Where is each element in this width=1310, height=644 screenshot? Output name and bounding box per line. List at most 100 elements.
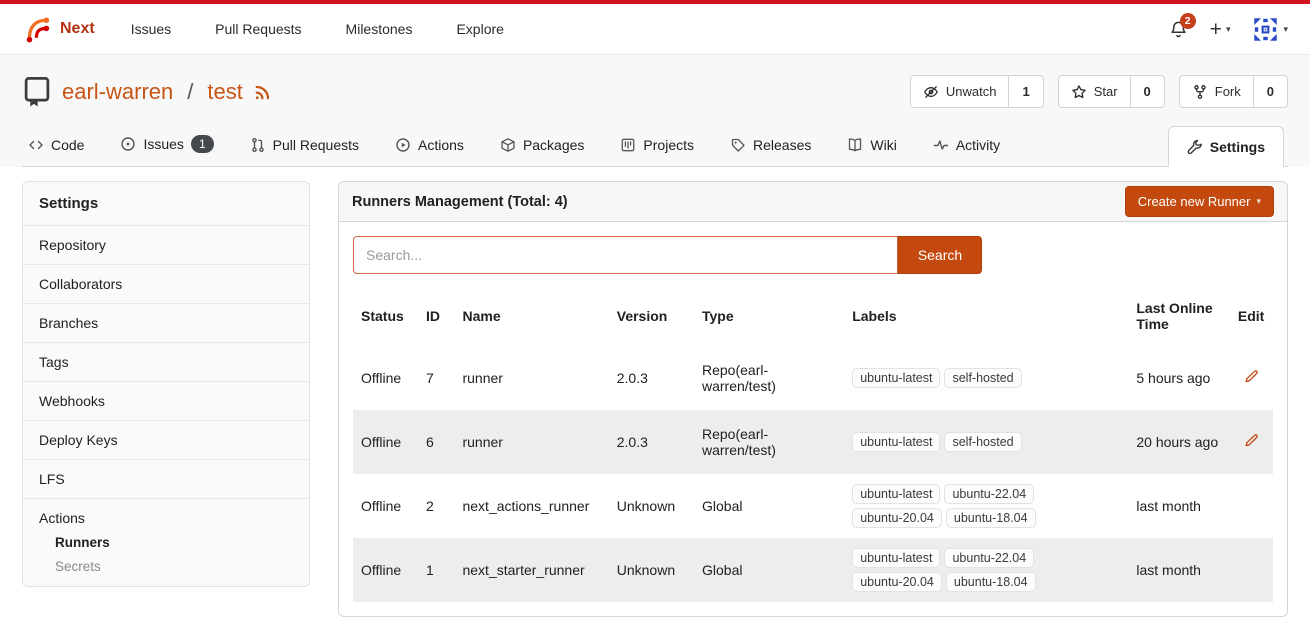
package-icon bbox=[500, 137, 516, 153]
tag-icon bbox=[730, 137, 746, 153]
nav-pull-requests[interactable]: Pull Requests bbox=[215, 21, 301, 37]
notifications-button[interactable]: 2 bbox=[1169, 20, 1188, 39]
runner-labels: ubuntu-latest self-hosted bbox=[852, 430, 1057, 454]
sidebar-item-repository[interactable]: Repository bbox=[23, 225, 309, 264]
rss-feed-icon[interactable] bbox=[253, 82, 273, 102]
tab-label: Activity bbox=[956, 137, 1000, 153]
fork-button[interactable]: Fork bbox=[1180, 76, 1253, 107]
runner-id: 6 bbox=[418, 410, 455, 474]
sidebar-item-actions[interactable]: Actions bbox=[39, 510, 293, 526]
runner-last-online: last month bbox=[1128, 474, 1229, 538]
tab-label: Wiki bbox=[870, 137, 896, 153]
tab-activity[interactable]: Activity bbox=[931, 126, 1002, 166]
star-button-group: Star 0 bbox=[1058, 75, 1165, 108]
label-chip: ubuntu-18.04 bbox=[946, 508, 1036, 528]
create-new-dropdown[interactable]: + ▾ bbox=[1210, 19, 1231, 40]
sidebar-item-tags[interactable]: Tags bbox=[23, 342, 309, 381]
runners-panel: Runners Management (Total: 4) Create new… bbox=[338, 181, 1288, 617]
issues-count-badge: 1 bbox=[191, 135, 214, 153]
home-logo-link[interactable]: Next bbox=[22, 14, 95, 44]
user-menu-dropdown[interactable]: ▾ bbox=[1252, 16, 1288, 43]
sidebar-item-secrets[interactable]: Secrets bbox=[39, 550, 293, 574]
edit-pencil-icon[interactable] bbox=[1244, 369, 1259, 384]
label-chip: ubuntu-latest bbox=[852, 368, 940, 388]
eye-slash-icon bbox=[923, 84, 939, 100]
tab-issues[interactable]: Issues 1 bbox=[118, 124, 215, 166]
nav-milestones[interactable]: Milestones bbox=[346, 21, 413, 37]
col-last-online: Last Online Time bbox=[1128, 286, 1229, 346]
unwatch-label: Unwatch bbox=[946, 84, 997, 99]
label-chip: ubuntu-latest bbox=[852, 484, 940, 504]
label-chip: self-hosted bbox=[944, 368, 1021, 388]
nav-issues[interactable]: Issues bbox=[131, 21, 171, 37]
col-name: Name bbox=[454, 286, 608, 346]
sidebar-item-webhooks[interactable]: Webhooks bbox=[23, 381, 309, 420]
runner-labels: ubuntu-latest ubuntu-22.04 ubuntu-20.04 … bbox=[852, 482, 1057, 530]
tab-wiki[interactable]: Wiki bbox=[845, 126, 898, 166]
play-circle-icon bbox=[395, 137, 411, 153]
unwatch-button[interactable]: Unwatch bbox=[911, 76, 1009, 107]
plus-icon: + bbox=[1210, 19, 1222, 40]
stars-count[interactable]: 0 bbox=[1130, 76, 1164, 107]
issue-circle-icon bbox=[120, 136, 136, 152]
sidebar-item-collaborators[interactable]: Collaborators bbox=[23, 264, 309, 303]
runner-last-online: 20 hours ago bbox=[1128, 410, 1229, 474]
repo-name-link[interactable]: test bbox=[207, 79, 242, 105]
search-input[interactable] bbox=[353, 236, 898, 274]
col-status: Status bbox=[353, 286, 418, 346]
tab-releases[interactable]: Releases bbox=[728, 126, 813, 166]
forks-count[interactable]: 0 bbox=[1253, 76, 1287, 107]
tab-label: Code bbox=[51, 137, 84, 153]
repo-book-icon bbox=[22, 76, 52, 108]
tab-projects[interactable]: Projects bbox=[618, 126, 696, 166]
col-edit: Edit bbox=[1230, 286, 1273, 346]
runner-name: runner bbox=[454, 346, 608, 410]
runner-last-online: last month bbox=[1128, 538, 1229, 602]
create-new-runner-button[interactable]: Create new Runner ▾ bbox=[1125, 186, 1274, 217]
runner-type: Global bbox=[694, 474, 844, 538]
fork-label: Fork bbox=[1215, 84, 1241, 99]
chevron-down-icon: ▾ bbox=[1226, 24, 1231, 35]
navbar: Next Issues Pull Requests Milestones Exp… bbox=[0, 4, 1310, 55]
star-button[interactable]: Star bbox=[1059, 76, 1130, 107]
forgejo-logo-icon bbox=[22, 14, 52, 44]
repo-owner-link[interactable]: earl-warren bbox=[62, 79, 173, 105]
wrench-icon bbox=[1187, 139, 1203, 155]
runner-version: Unknown bbox=[609, 474, 694, 538]
settings-sidebar: Settings Repository Collaborators Branch… bbox=[22, 181, 310, 587]
tab-actions[interactable]: Actions bbox=[393, 126, 466, 166]
nav-explore[interactable]: Explore bbox=[456, 21, 503, 37]
chevron-down-icon: ▾ bbox=[1283, 24, 1288, 35]
col-version: Version bbox=[609, 286, 694, 346]
sidebar-group-actions: Actions Runners Secrets bbox=[23, 498, 309, 586]
runner-type: Global bbox=[694, 538, 844, 602]
panel-body: Search Status ID Name Version Type Label… bbox=[338, 222, 1288, 617]
runner-status: Offline bbox=[353, 346, 418, 410]
brand-name: Next bbox=[60, 20, 95, 38]
sidebar-item-branches[interactable]: Branches bbox=[23, 303, 309, 342]
runner-name: next_starter_runner bbox=[454, 538, 608, 602]
tab-code[interactable]: Code bbox=[26, 126, 86, 166]
tab-settings[interactable]: Settings bbox=[1168, 126, 1284, 167]
star-icon bbox=[1071, 84, 1087, 100]
runner-labels: ubuntu-latest ubuntu-22.04 ubuntu-20.04 … bbox=[852, 546, 1057, 594]
fork-button-group: Fork 0 bbox=[1179, 75, 1288, 108]
watchers-count[interactable]: 1 bbox=[1008, 76, 1042, 107]
label-chip: ubuntu-22.04 bbox=[944, 548, 1034, 568]
tab-pull-requests[interactable]: Pull Requests bbox=[248, 126, 361, 166]
sidebar-item-deploy-keys[interactable]: Deploy Keys bbox=[23, 420, 309, 459]
watch-button-group: Unwatch 1 bbox=[910, 75, 1044, 108]
chevron-down-icon: ▾ bbox=[1256, 196, 1261, 207]
runner-id: 7 bbox=[418, 346, 455, 410]
tab-packages[interactable]: Packages bbox=[498, 126, 586, 166]
edit-pencil-icon[interactable] bbox=[1244, 433, 1259, 448]
panel-header: Runners Management (Total: 4) Create new… bbox=[338, 181, 1288, 222]
create-new-runner-label: Create new Runner bbox=[1138, 194, 1251, 209]
sidebar-item-runners[interactable]: Runners bbox=[39, 526, 293, 550]
search-button[interactable]: Search bbox=[898, 236, 982, 274]
runner-version: 2.0.3 bbox=[609, 410, 694, 474]
runner-type: Repo(earl-warren/test) bbox=[694, 410, 844, 474]
tab-label: Actions bbox=[418, 137, 464, 153]
star-label: Star bbox=[1094, 84, 1118, 99]
sidebar-item-lfs[interactable]: LFS bbox=[23, 459, 309, 498]
